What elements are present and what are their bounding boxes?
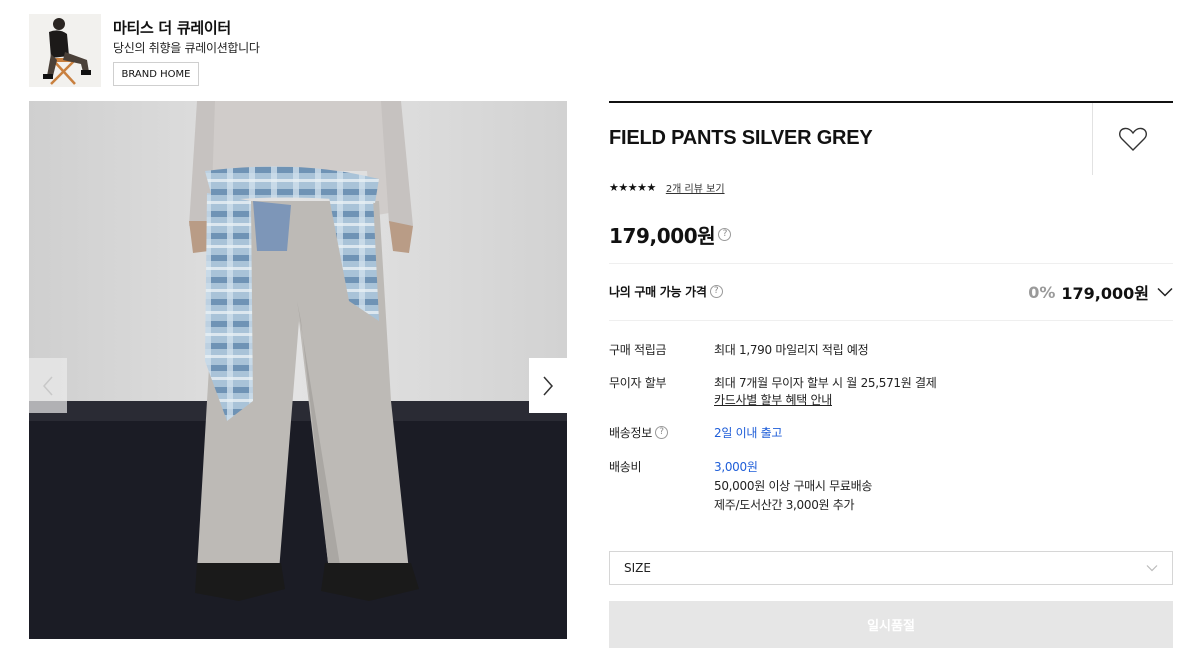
info-top-divider [609, 101, 1173, 103]
discount-rate: 0% [1028, 282, 1056, 302]
wishlist-button[interactable] [1118, 126, 1148, 152]
my-price-toggle[interactable]: 0% 179,000원 [1028, 280, 1173, 304]
question-circle-icon[interactable]: ? [709, 285, 723, 298]
installment-label: 무이자 할부 [609, 376, 667, 390]
size-select-label: SIZE [624, 561, 651, 575]
price-row: 179,000원 ? [609, 220, 732, 249]
divider [609, 320, 1173, 321]
brand-name[interactable]: 마티스 더 큐레이터 [113, 17, 231, 38]
chevron-right-icon [543, 376, 554, 395]
fee-extra-note: 제주/도서산간 3,000원 추가 [714, 498, 855, 512]
chevron-down-icon [1157, 287, 1173, 297]
chevron-down-icon [1146, 565, 1158, 572]
shipping-value: 2일 이내 출고 [714, 426, 783, 440]
rating-stars: ★★★★★ [609, 181, 656, 194]
fee-value: 3,000원 [714, 460, 758, 474]
question-circle-icon[interactable]: ? [654, 426, 668, 439]
soldout-button[interactable]: 일시품절 [609, 601, 1173, 648]
chevron-left-icon [42, 376, 53, 395]
product-price: 179,000원 [609, 224, 716, 248]
my-price-label: 나의 구매 가능 가격 [609, 285, 707, 299]
points-label: 구매 적립금 [609, 343, 667, 357]
points-value: 최대 1,790 마일리지 적립 예정 [714, 343, 869, 357]
product-image [29, 101, 567, 639]
product-image-gallery [29, 101, 567, 639]
rating-row: ★★★★★ 2개 리뷰 보기 [609, 180, 725, 195]
size-select[interactable]: SIZE [609, 551, 1173, 585]
question-circle-icon[interactable]: ? [718, 228, 732, 241]
brand-home-button[interactable]: BRAND HOME [113, 62, 199, 86]
gallery-next-button[interactable] [529, 358, 567, 413]
fee-free-note: 50,000원 이상 구매시 무료배송 [714, 479, 873, 493]
wish-divider [1092, 103, 1093, 175]
brand-thumbnail[interactable] [29, 14, 101, 87]
fee-label: 배송비 [609, 460, 642, 474]
product-title: FIELD PANTS SILVER GREY [609, 127, 873, 149]
shipping-label-row: 배송정보 ? [609, 424, 668, 441]
divider [609, 263, 1173, 264]
brand-description: 당신의 취향을 큐레이션합니다 [113, 41, 260, 55]
installment-benefit-link[interactable]: 카드사별 할부 혜택 안내 [714, 391, 832, 408]
installment-value: 최대 7개월 무이자 할부 시 월 25,571원 결제 [714, 376, 937, 390]
my-price-value: 179,000원 [1061, 284, 1149, 303]
gallery-prev-button[interactable] [29, 358, 67, 413]
my-price-label-row: 나의 구매 가능 가격 ? [609, 283, 723, 300]
review-link[interactable]: 2개 리뷰 보기 [666, 180, 725, 195]
shipping-label: 배송정보 [609, 426, 652, 440]
heart-icon [1119, 127, 1147, 151]
